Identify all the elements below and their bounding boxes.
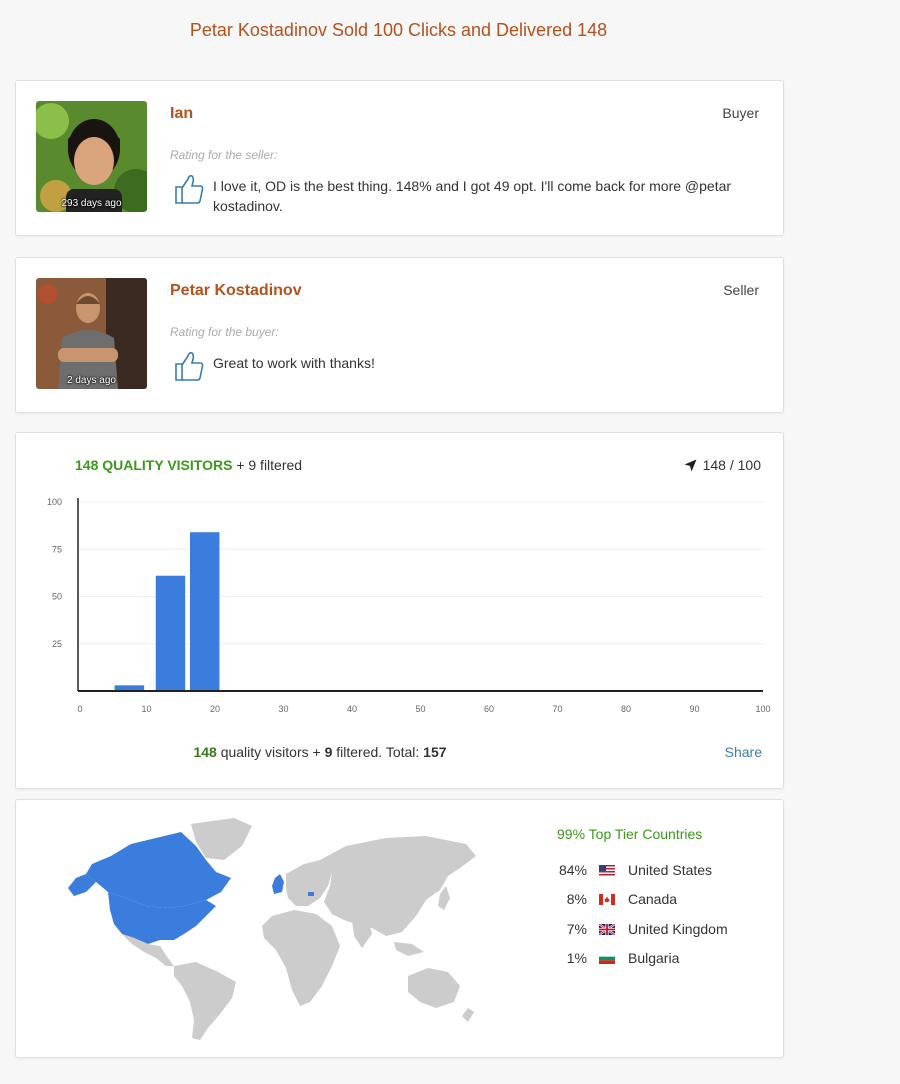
x-tick-label: 10 — [141, 704, 151, 714]
footer-quality-count: 148 — [193, 744, 217, 760]
chart-bar — [189, 532, 220, 691]
x-tick-label: 60 — [484, 704, 494, 714]
seller-review-card: 2 days ago Petar Kostadinov Seller Ratin… — [15, 257, 784, 413]
country-name: Bulgaria — [628, 950, 680, 966]
chart-footer: 148 quality visitors + 9 filtered. Total… — [16, 744, 624, 760]
x-tick-label: 90 — [689, 704, 699, 714]
review-time: 2 days ago — [67, 375, 116, 386]
rating-caption: Rating for the seller: — [170, 148, 278, 162]
bg-flag-icon — [599, 952, 615, 964]
footer-text: quality visitors + — [220, 744, 321, 760]
footer-text: filtered. Total: — [336, 744, 420, 760]
map-india[interactable] — [352, 918, 372, 948]
x-tick-label: 0 — [77, 704, 82, 714]
map-asia[interactable] — [320, 836, 476, 936]
rating-caption: Rating for the buyer: — [170, 325, 279, 339]
country-name: United Kingdom — [628, 921, 728, 937]
visitors-summary: 148 QUALITY VISITORS + 9 filtered — [75, 457, 302, 473]
country-row: 1% Bulgaria — [536, 948, 680, 968]
map-united-kingdom[interactable] — [272, 874, 284, 894]
reviewer-role: Buyer — [722, 105, 759, 121]
world-map[interactable] — [56, 816, 476, 1041]
review-text: Great to work with thanks! — [213, 355, 375, 371]
page-title: Petar Kostadinov Sold 100 Clicks and Del… — [189, 20, 608, 40]
map-indonesia[interactable] — [394, 942, 424, 956]
x-tick-label: 50 — [415, 704, 425, 714]
delivery-count: 148 / 100 — [684, 457, 761, 473]
chart-bar — [155, 575, 186, 691]
x-tick-label: 70 — [552, 704, 562, 714]
country-row: 84% United States — [536, 860, 712, 880]
country-row: 7% United Kingdom — [536, 919, 728, 939]
review-text: I love it, OD is the best thing. 148% an… — [213, 178, 732, 214]
map-new-zealand[interactable] — [462, 1008, 474, 1022]
avatar[interactable]: 293 days ago — [36, 101, 147, 212]
x-tick-label: 40 — [347, 704, 357, 714]
buyer-review-card: 293 days ago Ian Buyer Rating for the se… — [15, 80, 784, 236]
x-tick-label: 100 — [755, 704, 770, 714]
country-percent: 84% — [558, 862, 587, 878]
y-tick-label: 75 — [52, 544, 62, 554]
country-percent: 8% — [566, 891, 587, 907]
quality-visitors-label: 148 QUALITY VISITORS — [75, 457, 233, 473]
y-tick-label: 25 — [52, 639, 62, 649]
map-australia[interactable] — [408, 968, 460, 1008]
x-tick-label: 80 — [621, 704, 631, 714]
reviewer-name[interactable]: Petar Kostadinov — [170, 282, 302, 300]
review-time: 293 days ago — [61, 198, 122, 209]
reviewer-role: Seller — [723, 282, 759, 298]
footer-total-count: 157 — [423, 744, 447, 760]
top-tier-headline: 99% Top Tier Countries — [557, 826, 703, 842]
country-name: Canada — [628, 891, 678, 907]
uk-flag-icon — [599, 923, 615, 935]
x-tick-label: 20 — [210, 704, 220, 714]
ca-flag-icon — [599, 893, 615, 905]
country-percent: 1% — [566, 950, 587, 966]
share-link[interactable]: Share — [725, 744, 762, 760]
country-percent: 7% — [566, 921, 587, 937]
footer-filtered-count: 9 — [324, 744, 333, 760]
location-arrow-icon — [684, 459, 697, 472]
visitors-bar-chart: 25 50 75 100 0 10 20 30 40 50 60 70 80 90 100 — [47, 497, 771, 714]
avatar[interactable]: 2 days ago — [36, 278, 147, 389]
visitors-chart-card: 148 QUALITY VISITORS + 9 filtered 148 / … — [15, 432, 784, 789]
map-bulgaria[interactable] — [308, 892, 314, 896]
thumbs-up-icon — [175, 175, 204, 204]
us-flag-icon — [599, 864, 615, 876]
y-tick-label: 100 — [47, 497, 62, 507]
reviewer-name[interactable]: Ian — [170, 105, 193, 123]
delivery-value: 148 / 100 — [702, 457, 761, 473]
map-africa[interactable] — [262, 910, 340, 1006]
x-tick-label: 30 — [278, 704, 288, 714]
y-tick-label: 50 — [52, 592, 62, 602]
country-row: 8% Canada — [536, 889, 677, 909]
country-name: United States — [628, 862, 713, 878]
filtered-label: + 9 filtered — [236, 457, 303, 473]
countries-card: 99% Top Tier Countries 84% United States… — [15, 799, 784, 1058]
thumbs-up-icon — [175, 352, 204, 381]
map-south-america[interactable] — [174, 962, 236, 1040]
